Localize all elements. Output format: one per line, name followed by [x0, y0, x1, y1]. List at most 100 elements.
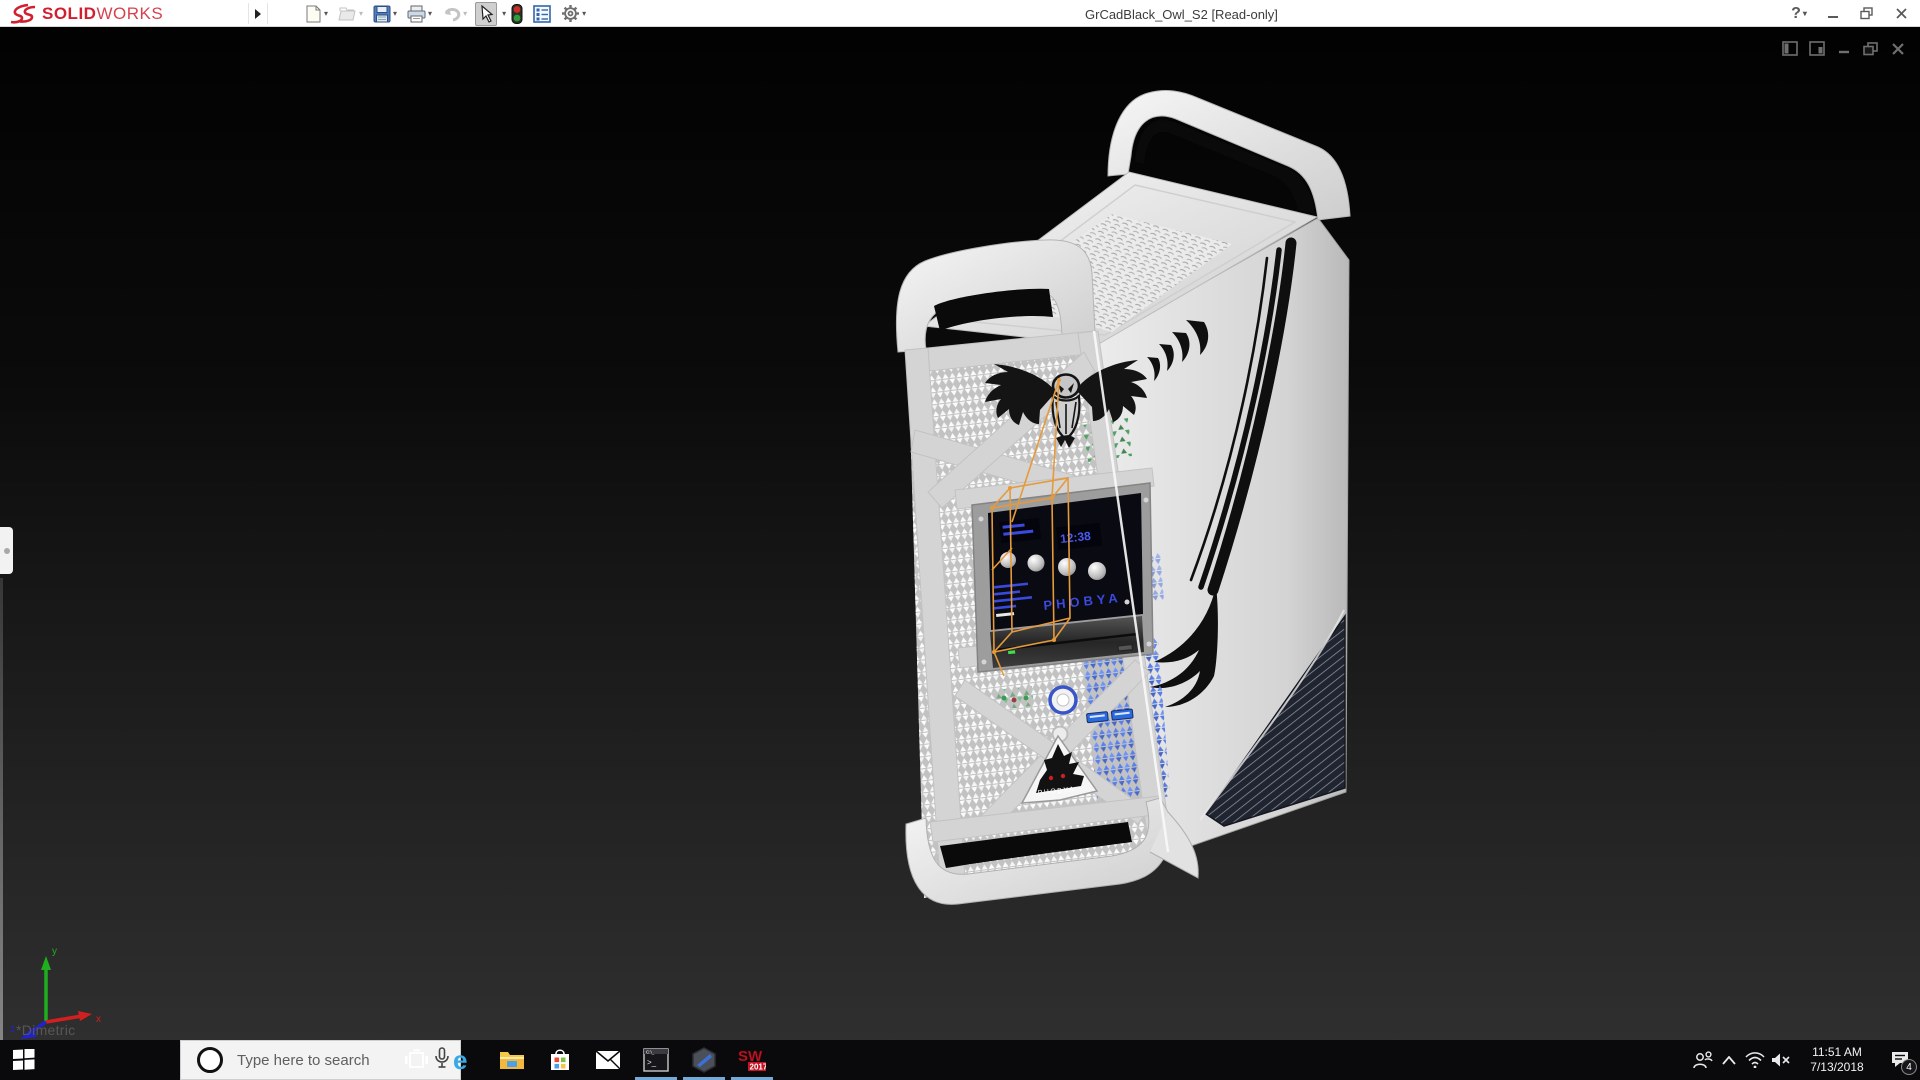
taskbar-clock[interactable]: 11:51 AM 7/13/2018: [1800, 1045, 1874, 1075]
cortana-icon[interactable]: [197, 1047, 223, 1073]
doc-close-icon[interactable]: [1889, 40, 1906, 57]
mail-icon: [595, 1050, 621, 1070]
solidworks-logo: SOLIDWORKS: [8, 2, 163, 25]
svg-text:e: e: [453, 1047, 467, 1073]
new-document-icon: [305, 5, 322, 23]
mail-button[interactable]: [584, 1040, 632, 1080]
axis-z-label: z: [10, 1024, 15, 1035]
view-orientation-label: *Dimetric: [16, 1022, 75, 1038]
solidworks-2017-icon: SW 2017: [738, 1047, 766, 1073]
select-caret-icon[interactable]: ▾: [502, 9, 506, 18]
options-gear-icon: [561, 4, 580, 23]
solidworks-logo-icon: [8, 3, 38, 25]
file-properties-icon: [533, 5, 551, 23]
collapsed-panel-tab[interactable]: [0, 527, 13, 574]
cad-model-pc-case[interactable]: 12:38 PHOBYA: [880, 60, 1380, 940]
print-button[interactable]: ▾: [405, 3, 434, 25]
select-button[interactable]: [475, 2, 497, 26]
hidden-icons-chevron[interactable]: [1716, 1040, 1742, 1080]
minimize-button[interactable]: [1820, 3, 1846, 25]
document-title: GrCadBlack_Owl_S2 [Read-only]: [1085, 7, 1278, 22]
clock-time: 11:51 AM: [1800, 1045, 1874, 1060]
svg-text:C:\_: C:\_: [646, 1050, 655, 1055]
undo-button[interactable]: ▾: [440, 4, 469, 24]
select-cursor-icon: [478, 5, 494, 23]
axis-y-label: y: [52, 946, 57, 957]
file-explorer-button[interactable]: [488, 1040, 536, 1080]
visualize-hexagon-icon: [691, 1047, 717, 1073]
windows-taskbar: Type here to search: [0, 1040, 1920, 1080]
windows-logo-icon: [13, 1049, 35, 1071]
toolbar-flyout-arrow[interactable]: [248, 3, 268, 24]
panel-edge-highlight: [0, 578, 3, 1040]
options-caret-icon[interactable]: ▾: [582, 9, 586, 18]
rebuild-button[interactable]: [509, 2, 525, 26]
controller-knob[interactable]: [1028, 555, 1045, 572]
open-button[interactable]: ▾: [336, 4, 365, 24]
edge-icon: e: [451, 1047, 477, 1073]
print-caret-icon[interactable]: ▾: [428, 9, 432, 18]
svg-text:>_: >_: [647, 1058, 657, 1067]
command-prompt-button[interactable]: C:\_ >_: [632, 1040, 680, 1080]
store-button[interactable]: [536, 1040, 584, 1080]
restore-button[interactable]: [1854, 3, 1880, 25]
doc-minimize-icon[interactable]: [1835, 40, 1852, 57]
minimize-icon: [1827, 8, 1839, 20]
save-icon: [373, 5, 391, 23]
new-caret-icon[interactable]: ▾: [324, 9, 328, 18]
quick-access-toolbar: ▾ ▾ ▾: [300, 2, 591, 25]
open-caret-icon[interactable]: ▾: [359, 9, 363, 18]
fan-controller[interactable]: 12:38 PHOBYA: [972, 483, 1153, 672]
solidworks-window: SOLIDWORKS ▾ ▾: [0, 0, 1920, 1080]
taskbar-apps: e: [392, 1040, 776, 1080]
rebuild-traffic-light-icon: [511, 4, 523, 24]
wifi-icon[interactable]: [1742, 1040, 1768, 1080]
window-controls: ?▾: [1786, 0, 1914, 27]
notification-badge: 4: [1901, 1059, 1917, 1075]
feature-pane-icon[interactable]: [1781, 40, 1798, 57]
close-icon: [1895, 7, 1908, 20]
titlebar: SOLIDWORKS ▾ ▾: [0, 0, 1920, 27]
file-properties-button[interactable]: [531, 3, 553, 25]
flyout-triangle-icon: [254, 8, 262, 20]
save-caret-icon[interactable]: ▾: [393, 9, 397, 18]
eject-button[interactable]: [1118, 645, 1132, 651]
restore-icon: [1860, 7, 1874, 20]
store-icon: [548, 1048, 572, 1072]
print-icon: [407, 5, 426, 23]
volume-muted-icon[interactable]: [1768, 1040, 1794, 1080]
help-caret-icon[interactable]: ▾: [1803, 9, 1807, 18]
options-button[interactable]: ▾: [559, 2, 588, 25]
axis-x-label: x: [96, 1014, 101, 1025]
controller-knob[interactable]: [1058, 558, 1076, 576]
system-tray: 11:51 AM 7/13/2018 4: [1690, 1040, 1920, 1080]
svg-text:2017: 2017: [750, 1063, 767, 1072]
new-document-button[interactable]: ▾: [303, 3, 330, 25]
save-button[interactable]: ▾: [371, 3, 399, 25]
help-button[interactable]: ?▾: [1786, 3, 1812, 25]
panel-tab-grip-icon: [4, 548, 10, 554]
graphics-viewport[interactable]: 12:38 PHOBYA: [0, 28, 1920, 1040]
close-button[interactable]: [1888, 3, 1914, 25]
undo-icon: [442, 6, 461, 22]
doc-restore-icon[interactable]: [1862, 40, 1879, 57]
people-icon[interactable]: [1690, 1040, 1716, 1080]
task-view-button[interactable]: [392, 1040, 440, 1080]
brand-works: WORKS: [96, 4, 163, 23]
undo-caret-icon[interactable]: ▾: [463, 9, 467, 18]
action-center-button[interactable]: 4: [1880, 1040, 1920, 1080]
file-explorer-icon: [499, 1049, 525, 1071]
edge-button[interactable]: e: [440, 1040, 488, 1080]
visualize-button[interactable]: [680, 1040, 728, 1080]
solidworks-2017-button[interactable]: SW 2017: [728, 1040, 776, 1080]
open-icon: [338, 6, 357, 22]
display-pane-icon[interactable]: [1808, 40, 1825, 57]
task-view-icon: [405, 1049, 428, 1071]
clock-date: 7/13/2018: [1800, 1060, 1874, 1075]
start-button[interactable]: [0, 1040, 48, 1080]
document-window-controls: [1781, 40, 1906, 57]
controller-knob[interactable]: [1088, 562, 1106, 580]
command-prompt-icon: C:\_ >_: [643, 1048, 669, 1072]
brand-solid: SOLID: [42, 4, 96, 23]
controller-knob[interactable]: [1000, 552, 1016, 568]
